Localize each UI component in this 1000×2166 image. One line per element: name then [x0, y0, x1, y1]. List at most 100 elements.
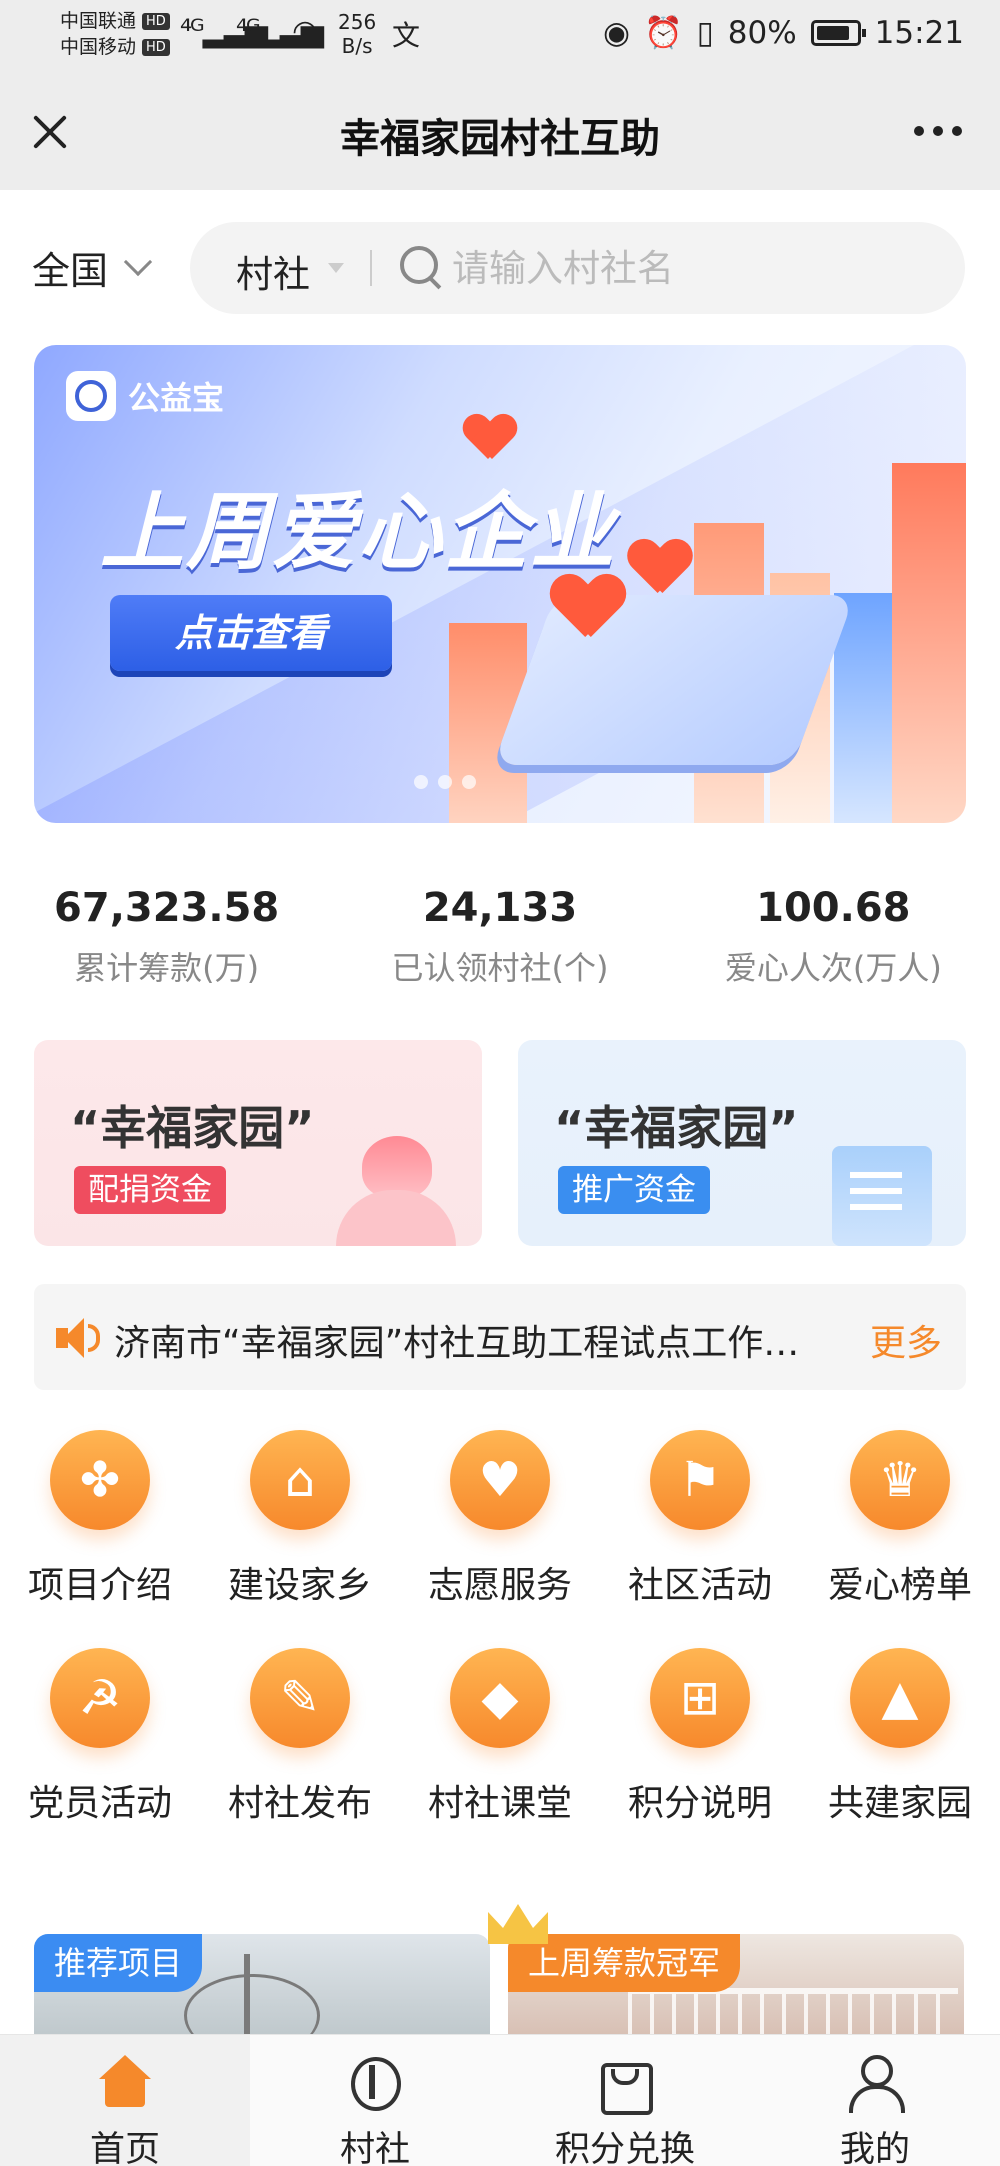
divider — [370, 250, 372, 286]
tab-village[interactable]: 村社 — [250, 2035, 500, 2166]
hd-badge: HD — [142, 39, 170, 56]
fund-title: “幸福家园” — [70, 1101, 315, 1155]
graduation-cap-icon: ◆ — [450, 1648, 550, 1748]
logo-icon — [66, 371, 116, 421]
page-title: 幸福家园村社互助 — [340, 116, 660, 162]
notice-bar[interactable]: 济南市“幸福家园”村社互助工程试点工作… 更多 — [34, 1284, 966, 1390]
grid-item-leaderboard[interactable]: ♛ 爱心榜单 — [800, 1430, 1000, 1648]
grid-label: 共建家园 — [827, 1783, 972, 1824]
title-bar: 幸福家园村社互助 — [0, 70, 1000, 190]
grid-item-community[interactable]: ⚑ 社区活动 — [600, 1430, 800, 1648]
stat-villages: 24,133 已认领村社(个) — [333, 885, 666, 989]
vibrate-icon: ▯ — [696, 14, 714, 51]
status-bar: 中国联通 HD 中国移动 HD ⁴ᴳ▂▃▅ ⁴ᴳ▂▃▅ ◠ 256 B/s 文 ◉ … — [0, 0, 1000, 70]
document-icon — [832, 1146, 932, 1246]
tab-label: 我的 — [839, 2130, 910, 2166]
net-speed-unit: B/s — [341, 34, 373, 58]
grid-item-co-build[interactable]: ▲ 共建家园 — [800, 1648, 1000, 1866]
carrier-1: 中国联通 — [60, 10, 137, 32]
shopping-bag-icon — [597, 2055, 653, 2115]
tab-label: 积分兑换 — [554, 2130, 695, 2166]
phone-illustration — [493, 595, 855, 765]
heart-icon — [629, 540, 691, 598]
grid-label: 建设家乡 — [227, 1565, 372, 1606]
user-icon — [847, 2055, 905, 2113]
feature-grid: ✤ 项目介绍 ⌂ 建设家乡 ♥ 志愿服务 ⚑ 社区活动 ♛ 爱心榜单 ☭ 党员活… — [0, 1430, 1000, 1866]
notice-more-link[interactable]: 更多 — [870, 1314, 942, 1366]
grid-item-party-activity[interactable]: ☭ 党员活动 — [0, 1648, 200, 1866]
grid-item-project-intro[interactable]: ✤ 项目介绍 — [0, 1430, 200, 1648]
tab-points-exchange[interactable]: 积分兑换 — [500, 2035, 750, 2166]
edit-icon: ✎ — [250, 1648, 350, 1748]
carrier-2: 中国移动 — [60, 36, 137, 58]
net-speed-value: 256 — [338, 10, 377, 34]
stat-donors: 100.68 爱心人次(万人) — [667, 885, 1000, 989]
clock: 15:21 — [874, 14, 964, 51]
crown-icon — [488, 1904, 548, 1944]
caret-down-icon — [328, 263, 344, 273]
grid-item-points[interactable]: ⊞ 积分说明 — [600, 1648, 800, 1866]
stat-value: 24,133 — [422, 885, 578, 931]
promotion-fund-card[interactable]: “幸福家园” 推广资金 — [518, 1040, 966, 1246]
clover-icon: ✤ — [50, 1430, 150, 1530]
alarm-icon: ⏰ — [644, 15, 683, 51]
house-icon: ⌂ — [250, 1430, 350, 1530]
stat-label: 已认领村社(个) — [391, 949, 609, 987]
stat-label: 累计筹款(万) — [74, 949, 260, 987]
notice-text: 济南市“幸福家园”村社互助工程试点工作… — [114, 1323, 800, 1364]
grid-item-volunteer[interactable]: ♥ 志愿服务 — [400, 1430, 600, 1648]
stat-value: 67,323.58 — [54, 885, 280, 931]
banner-headline: 上周爱心企业 — [100, 483, 617, 581]
status-right: ◉ ⏰ ▯ 80% 15:21 — [603, 14, 964, 52]
fund-tag: 配捐资金 — [74, 1166, 226, 1214]
grid-label: 村社课堂 — [427, 1783, 572, 1824]
carousel-dots — [414, 775, 476, 789]
banner-logo: 公益宝 — [66, 371, 224, 421]
carrier-info: 中国联通 HD 中国移动 HD — [60, 8, 170, 60]
stat-label: 爱心人次(万人) — [724, 949, 942, 987]
net-speed: 256 B/s — [338, 10, 376, 58]
promo-chip: 推荐项目 — [34, 1934, 203, 1992]
grid-item-build-hometown[interactable]: ⌂ 建设家乡 — [200, 1430, 400, 1648]
flag-hand-icon: ⚑ — [650, 1430, 750, 1530]
translate-icon: 文 — [392, 19, 420, 52]
stats-row: 67,323.58 累计筹款(万) 24,133 已认领村社(个) 100.68… — [0, 885, 1000, 989]
hd-badge: HD — [142, 13, 170, 30]
speaker-icon — [56, 1318, 100, 1358]
tab-label: 村社 — [339, 2130, 410, 2166]
battery-icon — [810, 19, 866, 46]
promo-banner[interactable]: 公益宝 上周爱心企业 点击查看 — [34, 345, 966, 823]
crown-icon: ♛ — [850, 1430, 950, 1530]
region-select[interactable]: 全国 — [32, 240, 153, 295]
gift-icon: ⊞ — [650, 1648, 750, 1748]
tab-home[interactable]: 首页 — [0, 2035, 250, 2166]
stat-value: 100.68 — [756, 885, 911, 931]
matching-fund-card[interactable]: “幸福家园” 配捐资金 — [34, 1040, 482, 1246]
more-icon[interactable] — [914, 126, 962, 136]
party-member-icon: ☭ — [50, 1648, 150, 1748]
eye-icon: ◉ — [603, 14, 631, 51]
stat-total-raised: 67,323.58 累计筹款(万) — [0, 885, 333, 989]
grid-label: 积分说明 — [627, 1783, 772, 1824]
search-input[interactable] — [452, 240, 932, 296]
search-type-select[interactable]: 村社 — [236, 244, 310, 298]
region-label: 全国 — [32, 249, 109, 293]
grid-label: 党员活动 — [27, 1783, 172, 1824]
grid-item-classroom[interactable]: ◆ 村社课堂 — [400, 1648, 600, 1866]
grid-label: 爱心榜单 — [827, 1565, 972, 1606]
tab-mine[interactable]: 我的 — [750, 2035, 1000, 2166]
mountain-icon: ▲ — [850, 1648, 950, 1748]
banner-cta-button[interactable]: 点击查看 — [110, 595, 392, 671]
search-icon — [398, 244, 444, 290]
heart-hands-icon — [336, 1136, 456, 1246]
search-bar: 村社 — [190, 222, 965, 314]
logo-text: 公益宝 — [128, 379, 225, 417]
grid-label: 社区活动 — [627, 1565, 772, 1606]
heart-hands-icon: ♥ — [450, 1430, 550, 1530]
tab-label: 首页 — [89, 2130, 160, 2166]
grid-label: 志愿服务 — [427, 1565, 572, 1606]
grid-item-publish[interactable]: ✎ 村社发布 — [200, 1648, 400, 1866]
grid-label: 村社发布 — [227, 1783, 372, 1824]
village-icon — [347, 2055, 403, 2111]
fund-tag: 推广资金 — [558, 1166, 710, 1214]
